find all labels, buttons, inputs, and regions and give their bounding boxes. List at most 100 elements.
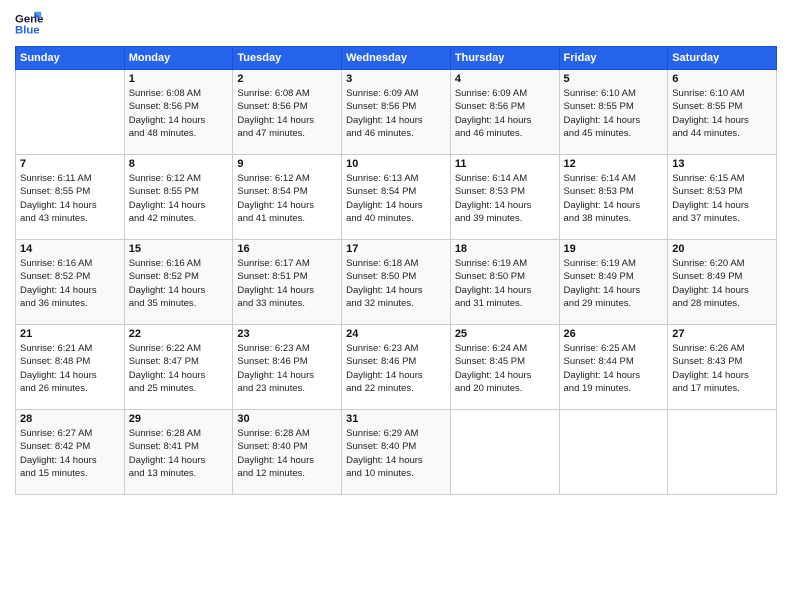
day-number: 26 — [564, 328, 664, 340]
calendar-cell: 26 Sunrise: 6:25 AM Sunset: 8:44 PM Dayli… — [559, 325, 668, 410]
day-number: 17 — [346, 243, 446, 255]
day-number: 12 — [564, 158, 664, 170]
day-number: 1 — [129, 73, 229, 85]
header-wednesday: Wednesday — [342, 47, 451, 70]
day-number: 20 — [672, 243, 772, 255]
day-info: Sunrise: 6:28 AM Sunset: 8:40 PM Dayligh… — [237, 427, 337, 480]
calendar-cell — [450, 410, 559, 495]
day-number: 3 — [346, 73, 446, 85]
calendar-cell: 15 Sunrise: 6:16 AM Sunset: 8:52 PM Dayli… — [124, 240, 233, 325]
day-info: Sunrise: 6:22 AM Sunset: 8:47 PM Dayligh… — [129, 342, 229, 395]
day-info: Sunrise: 6:10 AM Sunset: 8:55 PM Dayligh… — [564, 87, 664, 140]
calendar-cell: 20Sunrise: 6:20 AM Sunset: 8:49 PM Dayli… — [668, 240, 777, 325]
calendar-page: General Blue Sunday Monday Tuesday Wedne… — [0, 0, 792, 612]
day-info: Sunrise: 6:14 AM Sunset: 8:53 PM Dayligh… — [455, 172, 555, 225]
day-number: 31 — [346, 413, 446, 425]
day-info: Sunrise: 6:08 AM Sunset: 8:56 PM Dayligh… — [129, 87, 229, 140]
day-number: 15 — [129, 243, 229, 255]
day-number: 7 — [20, 158, 120, 170]
calendar-cell: 18 Sunrise: 6:19 AM Sunset: 8:50 PM Dayli… — [450, 240, 559, 325]
day-number: 29 — [129, 413, 229, 425]
day-number: 8 — [129, 158, 229, 170]
day-info: Sunrise: 6:27 AM Sunset: 8:42 PM Dayligh… — [20, 427, 120, 480]
day-info: Sunrise: 6:09 AM Sunset: 8:56 PM Dayligh… — [455, 87, 555, 140]
day-number: 6 — [672, 73, 772, 85]
calendar-cell: 9 Sunrise: 6:12 AM Sunset: 8:54 PM Daylig… — [233, 155, 342, 240]
day-info: Sunrise: 6:14 AM Sunset: 8:53 PM Dayligh… — [564, 172, 664, 225]
calendar-cell: 16 Sunrise: 6:17 AM Sunset: 8:51 PM Dayli… — [233, 240, 342, 325]
header-sunday: Sunday — [16, 47, 125, 70]
calendar-cell — [16, 70, 125, 155]
calendar-cell: 23 Sunrise: 6:23 AM Sunset: 8:46 PM Dayli… — [233, 325, 342, 410]
day-number: 18 — [455, 243, 555, 255]
calendar-cell: 8 Sunrise: 6:12 AM Sunset: 8:55 PM Daylig… — [124, 155, 233, 240]
day-info: Sunrise: 6:17 AM Sunset: 8:51 PM Dayligh… — [237, 257, 337, 310]
day-info: Sunrise: 6:11 AM Sunset: 8:55 PM Dayligh… — [20, 172, 120, 225]
calendar-cell: 4 Sunrise: 6:09 AM Sunset: 8:56 PM Daylig… — [450, 70, 559, 155]
calendar-cell: 2 Sunrise: 6:08 AM Sunset: 8:56 PM Daylig… — [233, 70, 342, 155]
calendar-cell: 3Sunrise: 6:09 AM Sunset: 8:56 PM Daylig… — [342, 70, 451, 155]
day-number: 25 — [455, 328, 555, 340]
day-number: 10 — [346, 158, 446, 170]
day-info: Sunrise: 6:29 AM Sunset: 8:40 PM Dayligh… — [346, 427, 446, 480]
calendar-cell: 14 Sunrise: 6:16 AM Sunset: 8:52 PM Dayli… — [16, 240, 125, 325]
day-number: 14 — [20, 243, 120, 255]
day-info: Sunrise: 6:24 AM Sunset: 8:45 PM Dayligh… — [455, 342, 555, 395]
day-info: Sunrise: 6:13 AM Sunset: 8:54 PM Dayligh… — [346, 172, 446, 225]
header-tuesday: Tuesday — [233, 47, 342, 70]
day-info: Sunrise: 6:19 AM Sunset: 8:49 PM Dayligh… — [564, 257, 664, 310]
day-number: 22 — [129, 328, 229, 340]
calendar-week-2: 7 Sunrise: 6:11 AM Sunset: 8:55 PM Daylig… — [16, 155, 777, 240]
calendar-cell: 17 Sunrise: 6:18 AM Sunset: 8:50 PM Dayli… — [342, 240, 451, 325]
day-number: 13 — [672, 158, 772, 170]
day-info: Sunrise: 6:21 AM Sunset: 8:48 PM Dayligh… — [20, 342, 120, 395]
day-number: 4 — [455, 73, 555, 85]
day-info: Sunrise: 6:26 AM Sunset: 8:43 PM Dayligh… — [672, 342, 772, 395]
header-row: Sunday Monday Tuesday Wednesday Thursday… — [16, 47, 777, 70]
day-info: Sunrise: 6:18 AM Sunset: 8:50 PM Dayligh… — [346, 257, 446, 310]
calendar-cell: 31 Sunrise: 6:29 AM Sunset: 8:40 PM Dayli… — [342, 410, 451, 495]
day-number: 9 — [237, 158, 337, 170]
day-info: Sunrise: 6:19 AM Sunset: 8:50 PM Dayligh… — [455, 257, 555, 310]
header-monday: Monday — [124, 47, 233, 70]
day-info: Sunrise: 6:23 AM Sunset: 8:46 PM Dayligh… — [237, 342, 337, 395]
day-number: 16 — [237, 243, 337, 255]
header-friday: Friday — [559, 47, 668, 70]
calendar-cell: 13 Sunrise: 6:15 AM Sunset: 8:53 PM Dayli… — [668, 155, 777, 240]
page-header: General Blue — [15, 10, 777, 38]
calendar-cell: 28Sunrise: 6:27 AM Sunset: 8:42 PM Dayli… — [16, 410, 125, 495]
day-number: 2 — [237, 73, 337, 85]
calendar-cell: 21 Sunrise: 6:21 AM Sunset: 8:48 PM Dayli… — [16, 325, 125, 410]
day-info: Sunrise: 6:12 AM Sunset: 8:54 PM Dayligh… — [237, 172, 337, 225]
day-info: Sunrise: 6:10 AM Sunset: 8:55 PM Dayligh… — [672, 87, 772, 140]
calendar-cell: 7 Sunrise: 6:11 AM Sunset: 8:55 PM Daylig… — [16, 155, 125, 240]
calendar-week-4: 21 Sunrise: 6:21 AM Sunset: 8:48 PM Dayli… — [16, 325, 777, 410]
calendar-cell: 6 Sunrise: 6:10 AM Sunset: 8:55 PM Daylig… — [668, 70, 777, 155]
calendar-table: Sunday Monday Tuesday Wednesday Thursday… — [15, 46, 777, 495]
calendar-cell: 25 Sunrise: 6:24 AM Sunset: 8:45 PM Dayli… — [450, 325, 559, 410]
day-info: Sunrise: 6:16 AM Sunset: 8:52 PM Dayligh… — [129, 257, 229, 310]
calendar-cell: 24Sunrise: 6:23 AM Sunset: 8:46 PM Dayli… — [342, 325, 451, 410]
calendar-cell: 10 Sunrise: 6:13 AM Sunset: 8:54 PM Dayli… — [342, 155, 451, 240]
logo-icon: General Blue — [15, 10, 43, 38]
calendar-cell — [559, 410, 668, 495]
day-number: 27 — [672, 328, 772, 340]
header-saturday: Saturday — [668, 47, 777, 70]
calendar-cell: 29 Sunrise: 6:28 AM Sunset: 8:41 PM Dayli… — [124, 410, 233, 495]
calendar-cell — [668, 410, 777, 495]
calendar-cell: 12 Sunrise: 6:14 AM Sunset: 8:53 PM Dayli… — [559, 155, 668, 240]
day-info: Sunrise: 6:08 AM Sunset: 8:56 PM Dayligh… — [237, 87, 337, 140]
day-info: Sunrise: 6:16 AM Sunset: 8:52 PM Dayligh… — [20, 257, 120, 310]
day-number: 19 — [564, 243, 664, 255]
calendar-cell: 5Sunrise: 6:10 AM Sunset: 8:55 PM Daylig… — [559, 70, 668, 155]
day-info: Sunrise: 6:25 AM Sunset: 8:44 PM Dayligh… — [564, 342, 664, 395]
day-number: 21 — [20, 328, 120, 340]
day-number: 30 — [237, 413, 337, 425]
day-number: 11 — [455, 158, 555, 170]
calendar-cell: 30 Sunrise: 6:28 AM Sunset: 8:40 PM Dayli… — [233, 410, 342, 495]
calendar-week-5: 28Sunrise: 6:27 AM Sunset: 8:42 PM Dayli… — [16, 410, 777, 495]
day-info: Sunrise: 6:15 AM Sunset: 8:53 PM Dayligh… — [672, 172, 772, 225]
day-number: 23 — [237, 328, 337, 340]
day-info: Sunrise: 6:12 AM Sunset: 8:55 PM Dayligh… — [129, 172, 229, 225]
day-info: Sunrise: 6:28 AM Sunset: 8:41 PM Dayligh… — [129, 427, 229, 480]
